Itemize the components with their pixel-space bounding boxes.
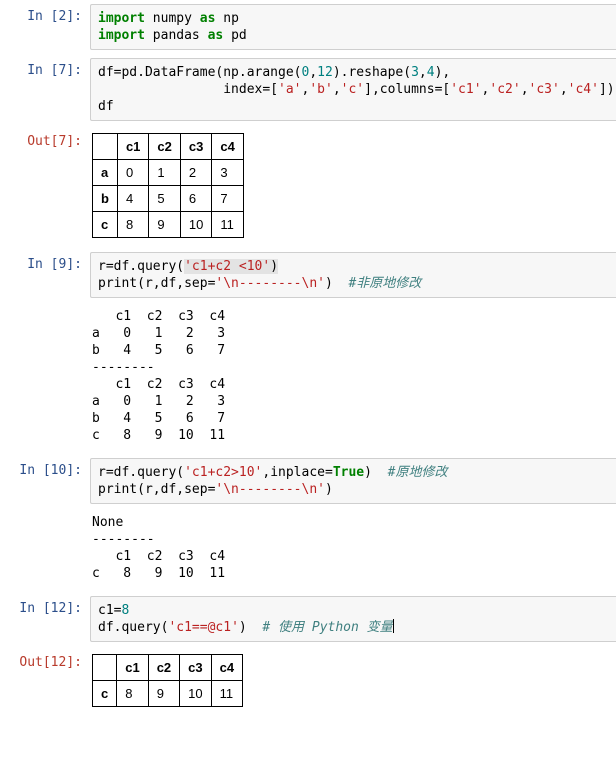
in-prompt-12: In [12]: xyxy=(0,596,90,642)
kw-as: as xyxy=(200,11,216,26)
in-prompt-7: In [7]: xyxy=(0,58,90,121)
dataframe-table-12: c1 c2 c3 c4 c 8 9 10 11 xyxy=(92,654,243,707)
kw-true: True xyxy=(333,465,364,480)
code-input-9[interactable]: r=df.query('c1+c2 <10') print(r,df,sep='… xyxy=(90,252,616,298)
cell-in-12: In [12]: c1=8 df.query('c1==@c1') # 使用 P… xyxy=(0,592,616,646)
comment: #原地修改 xyxy=(388,465,448,480)
kw-as: as xyxy=(208,28,224,43)
kw-import: import xyxy=(98,11,145,26)
cell-out-12: Out[12]: c1 c2 c3 c4 c 8 9 10 11 xyxy=(0,646,616,717)
text-cursor xyxy=(393,619,394,633)
comment: # 使用 Python 变量 xyxy=(262,620,392,635)
empty-prompt xyxy=(0,306,90,450)
comment: #非原地修改 xyxy=(348,276,421,291)
code-input-12[interactable]: c1=8 df.query('c1==@c1') # 使用 Python 变量 xyxy=(90,596,616,642)
table-row: c 8 9 10 11 xyxy=(93,681,243,707)
table-header: c1 c2 c3 c4 xyxy=(93,134,244,160)
cell-in-7: In [7]: df=pd.DataFrame(np.arange(0,12).… xyxy=(0,54,616,125)
output-7: c1 c2 c3 c4 a 0 1 2 3 b 4 5 6 7 c 8 xyxy=(90,129,616,244)
cell-in-2: In [2]: import numpy as np import pandas… xyxy=(0,0,616,54)
out-prompt-12: Out[12]: xyxy=(0,650,90,713)
output-12: c1 c2 c3 c4 c 8 9 10 11 xyxy=(90,650,616,713)
cell-out-10: None -------- c1 c2 c3 c4 c 8 9 10 11 xyxy=(0,508,616,592)
code-input-10[interactable]: r=df.query('c1+c2>10',inplace=True) #原地修… xyxy=(90,458,616,504)
in-prompt-2: In [2]: xyxy=(0,4,90,50)
stdout-10: None -------- c1 c2 c3 c4 c 8 9 10 11 xyxy=(90,512,616,588)
table-header: c1 c2 c3 c4 xyxy=(93,655,243,681)
table-row: a 0 1 2 3 xyxy=(93,160,244,186)
in-prompt-10: In [10]: xyxy=(0,458,90,504)
in-prompt-9: In [9]: xyxy=(0,252,90,298)
kw-import: import xyxy=(98,28,145,43)
stdout-9: c1 c2 c3 c4 a 0 1 2 3 b 4 5 6 7 --------… xyxy=(90,306,616,450)
table-row: b 4 5 6 7 xyxy=(93,186,244,212)
dataframe-table-7: c1 c2 c3 c4 a 0 1 2 3 b 4 5 6 7 c 8 xyxy=(92,133,244,238)
code-input-2[interactable]: import numpy as np import pandas as pd xyxy=(90,4,616,50)
code-input-7[interactable]: df=pd.DataFrame(np.arange(0,12).reshape(… xyxy=(90,58,616,121)
table-row: c 8 9 10 11 xyxy=(93,212,244,238)
cell-in-10: In [10]: r=df.query('c1+c2>10',inplace=T… xyxy=(0,454,616,508)
cell-out-7: Out[7]: c1 c2 c3 c4 a 0 1 2 3 b 4 5 6 xyxy=(0,125,616,248)
empty-prompt xyxy=(0,512,90,588)
cell-in-9: In [9]: r=df.query('c1+c2 <10') print(r,… xyxy=(0,248,616,302)
cell-out-9: c1 c2 c3 c4 a 0 1 2 3 b 4 5 6 7 --------… xyxy=(0,302,616,454)
out-prompt-7: Out[7]: xyxy=(0,129,90,244)
